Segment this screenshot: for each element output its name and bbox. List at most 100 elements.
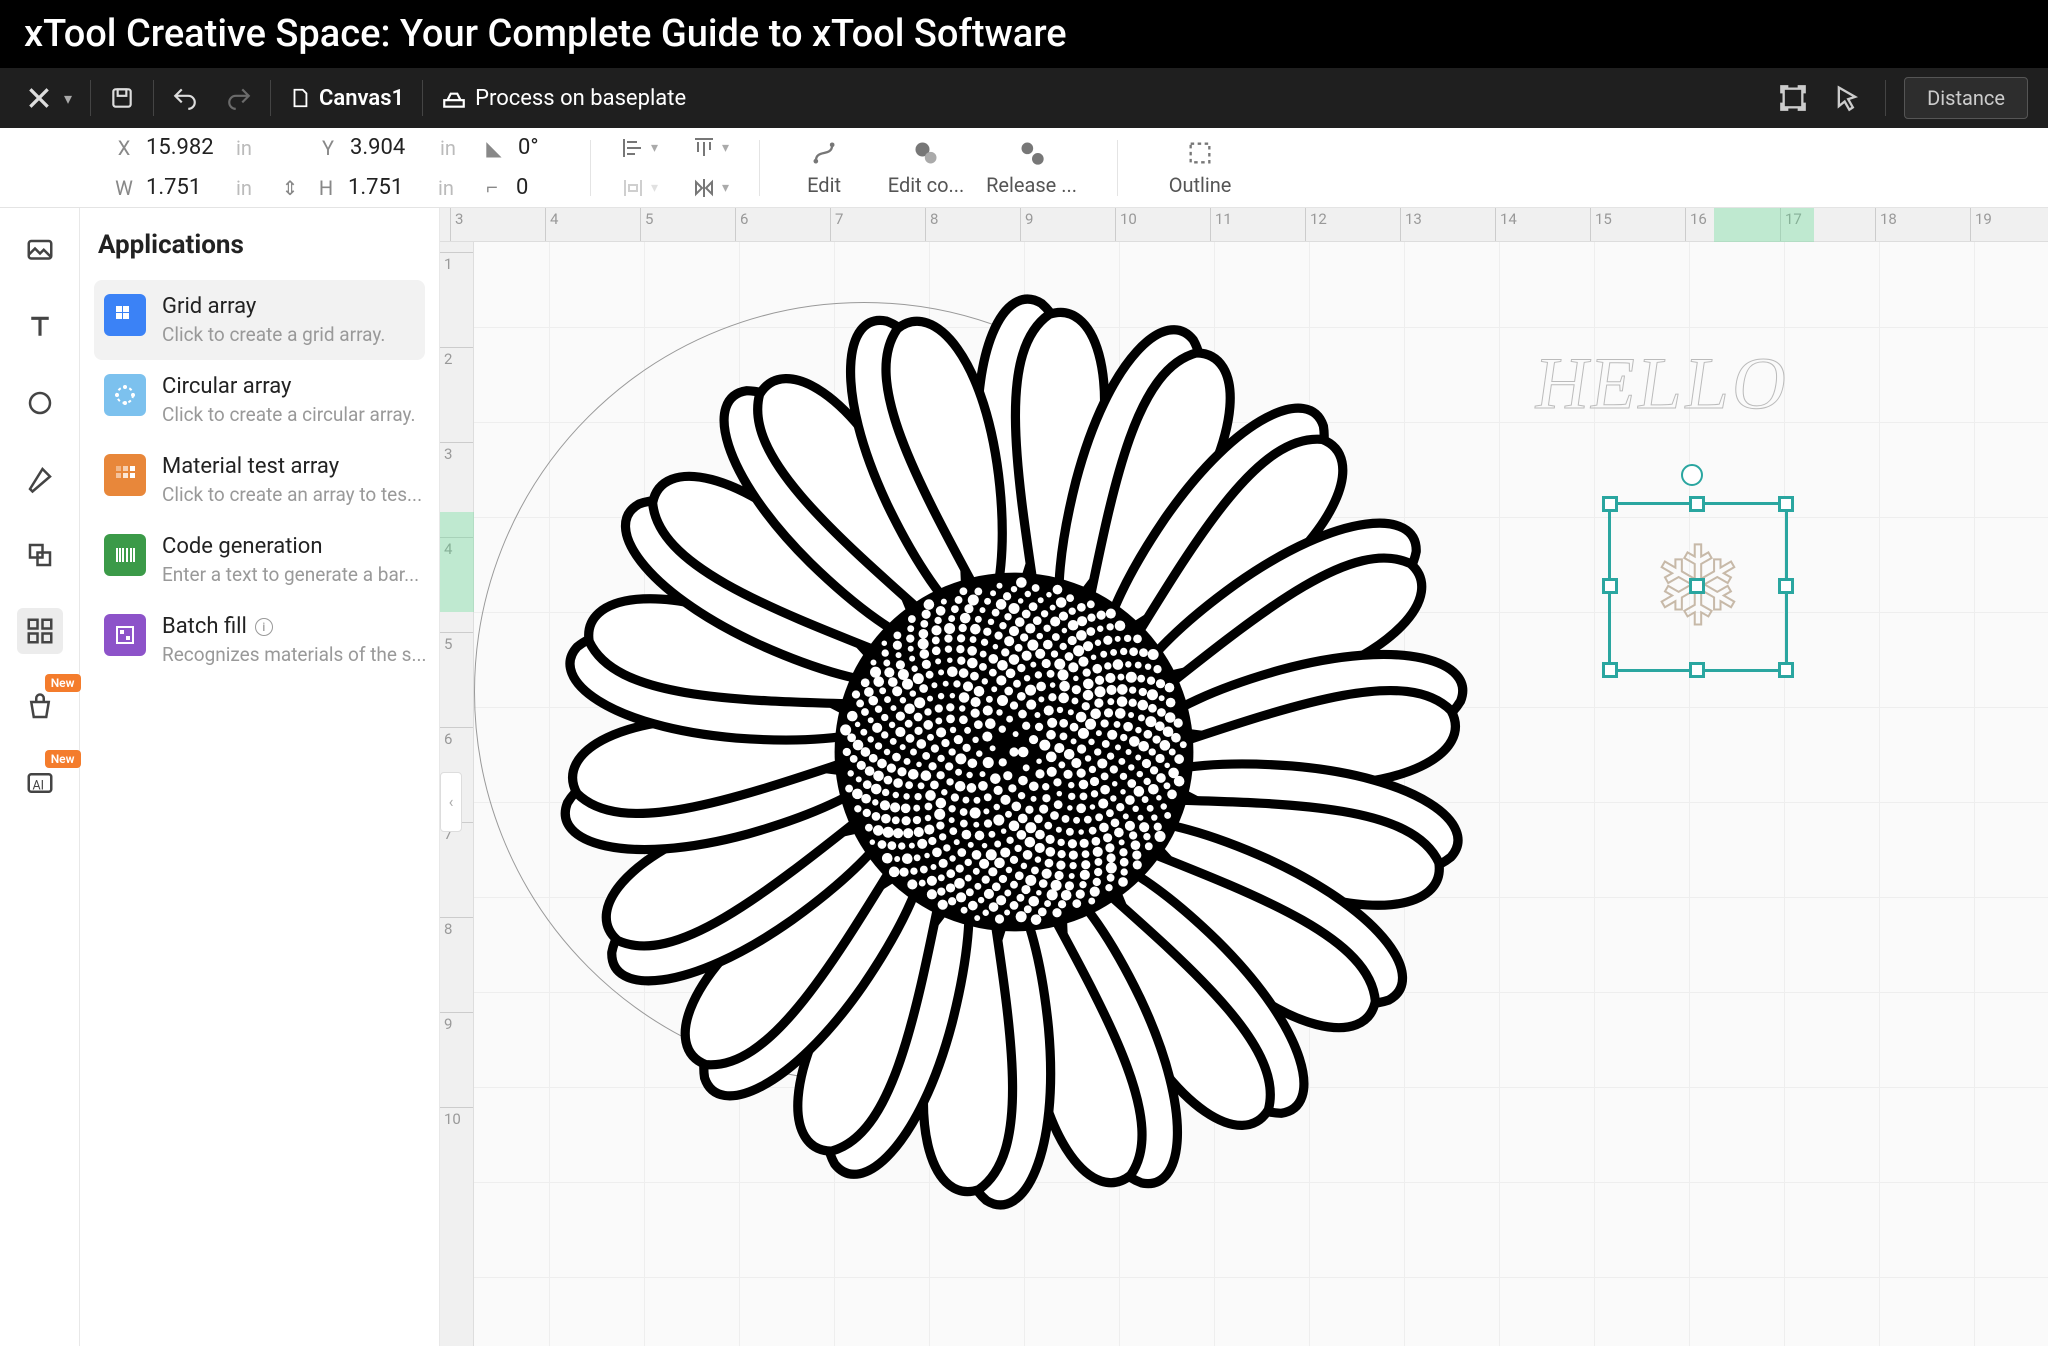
w-value[interactable]: 1.751 <box>146 175 226 200</box>
layers-icon <box>25 540 55 570</box>
toolbar-right: Distance <box>1773 77 2036 119</box>
edit-compound-button[interactable]: Edit co... <box>884 139 968 197</box>
y-label: Y <box>316 136 340 160</box>
ai-icon: AI <box>25 768 55 798</box>
left-tool-rail: New New AI <box>0 208 80 1346</box>
rotation-handle[interactable] <box>1681 464 1703 486</box>
align-h-button[interactable]: ▾ <box>613 132 666 164</box>
distance-button[interactable]: Distance <box>1904 77 2028 119</box>
distribute-h-icon <box>621 176 645 200</box>
resize-handle-l[interactable] <box>1602 578 1618 594</box>
chevron-down-icon: ▾ <box>722 140 729 156</box>
redo-icon <box>226 85 252 111</box>
resize-handle-b[interactable] <box>1689 662 1705 678</box>
app-item-sub: Click to create a grid array. <box>162 323 385 346</box>
align-top-icon <box>692 136 716 160</box>
undo-button[interactable] <box>158 68 212 128</box>
image-icon <box>25 236 55 266</box>
ai-tool-button[interactable]: New AI <box>17 760 63 806</box>
resize-handle-br[interactable] <box>1778 662 1794 678</box>
main-area: New New AI Applications Grid array Click… <box>0 208 2048 1346</box>
w-unit: in <box>236 176 266 200</box>
angle-icon: ◣ <box>480 136 508 160</box>
batch-fill-icon <box>104 614 146 656</box>
material-test-icon <box>104 454 146 496</box>
pen-tool-button[interactable] <box>17 456 63 502</box>
cursor-icon <box>1833 84 1861 112</box>
undo-icon <box>172 85 198 111</box>
sunflower-object[interactable] <box>554 292 1474 1212</box>
frame-icon <box>1779 84 1807 112</box>
resize-handle-r[interactable] <box>1778 578 1794 594</box>
app-circular-array[interactable]: Circular array Click to create a circula… <box>94 360 425 440</box>
save-button[interactable] <box>95 68 149 128</box>
collapse-panel-handle[interactable]: ‹ <box>440 772 462 832</box>
info-icon[interactable]: i <box>255 618 273 636</box>
resize-handle-c[interactable] <box>1689 578 1705 594</box>
distribute-h-button[interactable]: ▾ <box>613 172 666 204</box>
chevron-down-icon: ▾ <box>64 89 72 108</box>
resize-handle-bl[interactable] <box>1602 662 1618 678</box>
lock-aspect-icon[interactable]: ⇕ <box>276 176 304 200</box>
y-value[interactable]: 3.904 <box>350 135 430 160</box>
app-item-sub: Click to create a circular array. <box>162 403 416 426</box>
h-label: H <box>314 176 338 200</box>
process-button[interactable]: Process on baseplate <box>427 68 700 128</box>
text-tool-button[interactable] <box>17 304 63 350</box>
app-material-test[interactable]: Material test array Click to create an a… <box>94 440 425 520</box>
shop-tool-button[interactable]: New <box>17 684 63 730</box>
ruler-v-tick: 3 <box>440 442 473 463</box>
w-label: W <box>112 176 136 200</box>
ruler-h-tick: 9 <box>1020 208 1033 241</box>
canvas-tab-label: Canvas1 <box>319 86 404 111</box>
resize-handle-tr[interactable] <box>1778 496 1794 512</box>
resize-handle-tl[interactable] <box>1602 496 1618 512</box>
hello-text-object[interactable]: HELLO <box>1530 342 1794 427</box>
ruler-h-tick: 12 <box>1305 208 1327 241</box>
corner-value[interactable]: 0 <box>516 175 566 200</box>
baseplate-icon <box>441 85 467 111</box>
app-item-title: Material test array <box>162 454 422 479</box>
rotation-value[interactable]: 0° <box>518 135 568 160</box>
edit-button[interactable]: Edit <box>782 139 866 197</box>
ruler-v-tick: 1 <box>440 252 473 273</box>
canvas[interactable]: ‹ <box>474 242 2048 1346</box>
align-v-button[interactable]: ▾ <box>684 132 737 164</box>
circular-array-icon <box>104 374 146 416</box>
ruler-h-selection-highlight <box>1714 208 1814 242</box>
x-value[interactable]: 15.982 <box>146 135 226 160</box>
resize-handle-t[interactable] <box>1689 496 1705 512</box>
app-grid-array[interactable]: Grid array Click to create a grid array. <box>94 280 425 360</box>
flip-button[interactable]: ▾ <box>684 172 737 204</box>
app-batch-fill[interactable]: Batch fill i Recognizes materials of the… <box>94 600 425 680</box>
x-logo-icon <box>26 85 52 111</box>
app-menu-button[interactable]: ▾ <box>12 68 86 128</box>
ruler-v-selection-highlight <box>440 512 474 612</box>
ruler-h-tick: 16 <box>1685 208 1707 241</box>
chevron-down-icon: ▾ <box>722 180 729 196</box>
canvas-viewport[interactable]: 345678910111213141516171819 12345678910 … <box>440 208 2048 1346</box>
grid-array-icon <box>104 294 146 336</box>
redo-button[interactable] <box>212 68 266 128</box>
ruler-h-tick: 18 <box>1875 208 1897 241</box>
new-badge: New <box>45 674 81 692</box>
chevron-down-icon: ▾ <box>651 140 658 156</box>
frame-button[interactable] <box>1773 78 1813 118</box>
ruler-h-tick: 3 <box>450 208 463 241</box>
selection-box[interactable]: ❄ <box>1608 502 1788 672</box>
layers-tool-button[interactable] <box>17 532 63 578</box>
canvas-tab[interactable]: Canvas1 <box>275 68 418 128</box>
apps-tool-button[interactable] <box>17 608 63 654</box>
window-titlebar: xTool Creative Space: Your Complete Guid… <box>0 0 2048 68</box>
cursor-mode-button[interactable] <box>1827 78 1867 118</box>
ruler-h-tick: 19 <box>1970 208 1992 241</box>
h-value[interactable]: 1.751 <box>348 175 428 200</box>
shape-tool-button[interactable] <box>17 380 63 426</box>
release-compound-button[interactable]: Release ... <box>986 139 1077 197</box>
image-tool-button[interactable] <box>17 228 63 274</box>
app-code-generation[interactable]: Code generation Enter a text to generate… <box>94 520 425 600</box>
outline-button[interactable]: Outline <box>1158 139 1242 197</box>
circle-icon <box>25 388 55 418</box>
ruler-h-tick: 8 <box>925 208 938 241</box>
ruler-h-tick: 5 <box>640 208 653 241</box>
